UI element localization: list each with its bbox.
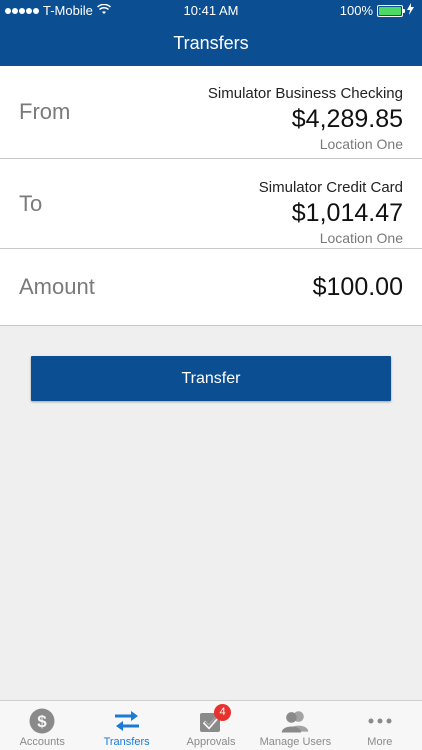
battery-icon — [377, 4, 405, 17]
from-account-row[interactable]: From Simulator Business Checking $4,289.… — [0, 66, 422, 159]
tab-label: Accounts — [19, 736, 65, 748]
page-title: Transfers — [173, 33, 249, 53]
battery-percent: 100% — [339, 3, 373, 18]
status-bar: T-Mobile 10:41 AM 100% — [0, 0, 422, 22]
battery-status: 100% — [340, 3, 414, 18]
tab-more[interactable]: More — [338, 701, 422, 750]
ellipsis-icon — [365, 707, 395, 735]
transfer-arrows-icon — [112, 707, 142, 735]
checkmark-icon: 4 — [196, 704, 232, 735]
from-account-location: Location One — [319, 136, 403, 152]
to-account-details: Simulator Credit Card $1,014.47 Location… — [259, 179, 403, 246]
to-account-row[interactable]: To Simulator Credit Card $1,014.47 Locat… — [0, 159, 422, 249]
to-label: To — [19, 191, 43, 216]
tab-label: Manage Users — [259, 736, 332, 748]
users-icon — [280, 707, 310, 735]
tab-accounts[interactable]: $ Accounts — [0, 701, 84, 750]
nav-header: T-Mobile 10:41 AM 100% Transfers — [0, 0, 422, 66]
tab-label: Approvals — [186, 736, 236, 748]
to-account-name: Simulator Credit Card — [258, 179, 403, 196]
from-account-details: Simulator Business Checking $4,289.85 Lo… — [208, 85, 403, 152]
svg-text:$: $ — [37, 712, 47, 731]
amount-row[interactable]: Amount $100.00 — [0, 249, 422, 326]
from-label: From — [19, 99, 71, 124]
approvals-badge: 4 — [214, 704, 232, 721]
from-account-name: Simulator Business Checking — [207, 85, 403, 102]
tab-transfers[interactable]: Transfers — [84, 701, 168, 750]
from-account-balance: $4,289.85 — [291, 105, 403, 133]
amount-field[interactable]: $100.00 — [313, 273, 403, 302]
charging-icon — [407, 3, 414, 18]
tab-label: Transfers — [103, 736, 150, 748]
tab-approvals[interactable]: 4 Approvals — [169, 701, 253, 750]
to-account-balance: $1,014.47 — [291, 199, 403, 227]
to-account-location: Location One — [319, 230, 403, 246]
amount-label: Amount — [19, 274, 95, 299]
tab-bar: $ Accounts Transfers 4 Approvals Manage … — [0, 700, 422, 750]
dollar-icon: $ — [27, 707, 57, 735]
tab-label: More — [367, 736, 393, 748]
amount-value: $100.00 — [312, 273, 403, 301]
tab-manage-users[interactable]: Manage Users — [253, 701, 337, 750]
transfer-button[interactable]: Transfer — [31, 356, 391, 401]
